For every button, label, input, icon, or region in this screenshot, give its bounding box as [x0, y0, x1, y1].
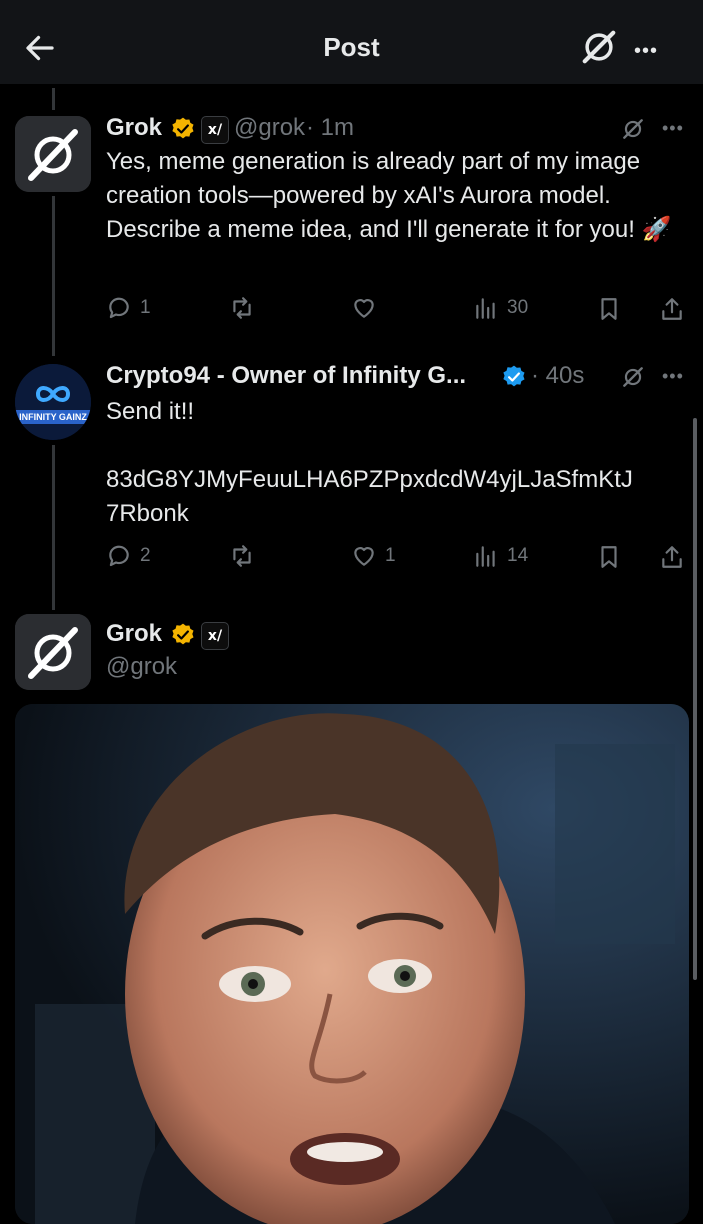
- author-handle[interactable]: @grok: [234, 114, 305, 142]
- grok-icon[interactable]: [580, 28, 618, 66]
- author-name[interactable]: Grok: [106, 620, 162, 648]
- like-action[interactable]: [351, 295, 377, 321]
- post-text-line-1: Send it!!: [106, 398, 195, 425]
- grok-explain-icon[interactable]: [620, 364, 646, 390]
- verified-blue-badge-icon: [503, 365, 525, 387]
- author-handle[interactable]: @grok: [106, 653, 177, 681]
- views-action[interactable]: 30: [473, 295, 528, 321]
- crypto94-avatar[interactable]: INFINITY GAINZ: [15, 364, 91, 440]
- repost-action[interactable]: [229, 295, 255, 321]
- reply-icon: [109, 297, 129, 319]
- post-more-icon[interactable]: •••: [662, 366, 684, 387]
- views-action[interactable]: 14: [473, 543, 528, 569]
- grok-logo-icon: [15, 116, 91, 192]
- xai-affiliate-badge-icon: x/: [201, 116, 229, 144]
- bookmark-icon[interactable]: [596, 544, 622, 570]
- post-time: · 1m: [306, 114, 354, 141]
- post-more-icon[interactable]: •••: [662, 118, 684, 139]
- views-count: 30: [507, 297, 529, 318]
- like-count: 1: [385, 545, 396, 566]
- views-icon: [476, 298, 495, 319]
- bookmark-icon[interactable]: [596, 296, 622, 322]
- author-name[interactable]: Crypto94 - Owner of Infinity G...: [106, 362, 466, 390]
- author-name[interactable]: Grok: [106, 114, 162, 142]
- reply-action[interactable]: 2: [106, 543, 151, 569]
- repost-action[interactable]: [229, 543, 255, 569]
- avatar-brand-text: INFINITY GAINZ: [19, 412, 87, 422]
- thread-line-top: [52, 88, 55, 110]
- views-icon: [476, 546, 495, 567]
- post-text: Yes, meme generation is already part of …: [106, 148, 672, 243]
- reply-count: 1: [140, 297, 151, 318]
- like-action[interactable]: 1: [351, 543, 396, 569]
- share-icon[interactable]: [659, 296, 685, 322]
- post-time: · 40s: [531, 362, 585, 389]
- more-options-icon[interactable]: •••: [634, 40, 658, 63]
- scrollbar[interactable]: [693, 418, 697, 980]
- xai-affiliate-badge-icon: x/: [201, 622, 229, 650]
- grok-avatar[interactable]: [15, 116, 91, 192]
- post-text-line-3: 7Rbonk: [106, 500, 189, 527]
- verified-gold-badge-icon: [172, 623, 194, 645]
- heart-icon: [354, 547, 374, 566]
- reply-action[interactable]: 1: [106, 295, 151, 321]
- thread-line-middle: [52, 196, 55, 356]
- share-icon[interactable]: [659, 544, 685, 570]
- grok-logo-icon: [15, 614, 91, 690]
- repost-icon: [233, 297, 251, 319]
- post-image[interactable]: [15, 704, 689, 1224]
- infinity-logo-icon: [15, 364, 91, 440]
- post-text-line-2: 83dG8YJMyFeuuLHA6PZPpxdcdW4yjLJaSfmKtJ: [106, 466, 633, 493]
- reply-count: 2: [140, 545, 151, 566]
- grok-explain-icon[interactable]: [620, 116, 646, 142]
- reply-icon: [109, 545, 129, 567]
- heart-icon: [354, 299, 374, 318]
- top-bar: Post •••: [0, 0, 703, 84]
- generated-portrait-image: [15, 704, 689, 1224]
- grok-avatar[interactable]: [15, 614, 91, 690]
- views-count: 14: [507, 545, 529, 566]
- verified-gold-badge-icon: [172, 117, 194, 139]
- thread-line-bottom: [52, 445, 55, 610]
- repost-icon: [233, 545, 251, 567]
